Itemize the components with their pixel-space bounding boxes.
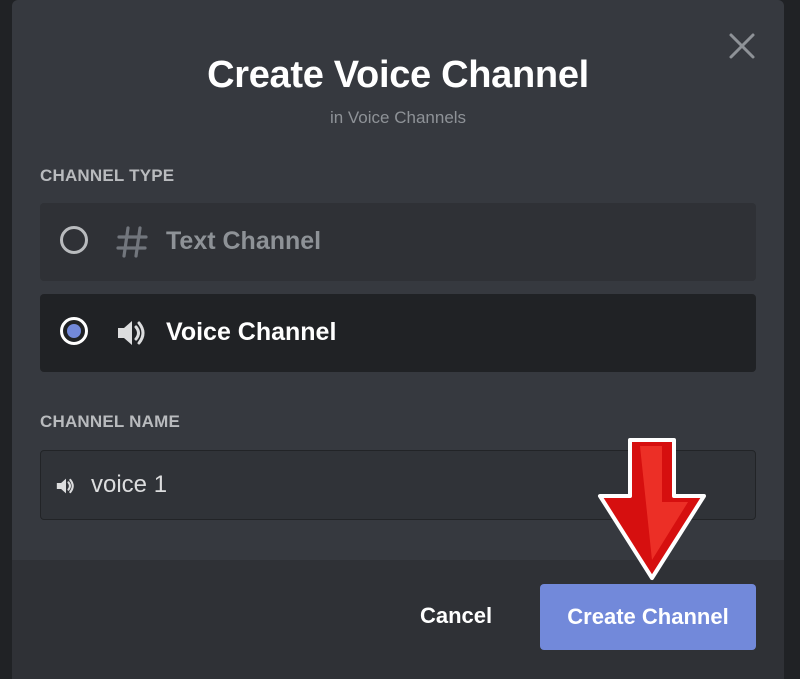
- channel-type-label: CHANNEL TYPE: [40, 166, 175, 185]
- text-channel-radio[interactable]: [60, 226, 88, 254]
- dialog-footer: Cancel Create Channel: [12, 560, 784, 679]
- channel-name-value[interactable]: voice 1: [91, 471, 167, 499]
- channel-name-label: CHANNEL NAME: [40, 412, 180, 431]
- channel-type-option-voice[interactable]: Voice Channel: [40, 294, 756, 372]
- dialog-title: Create Voice Channel: [207, 54, 589, 96]
- hash-icon: [116, 226, 148, 258]
- dialog-subtitle: in Voice Channels: [329, 108, 467, 127]
- channel-name-input[interactable]: voice 1: [40, 450, 756, 520]
- create-channel-button[interactable]: Create Channel: [540, 584, 756, 650]
- cancel-button[interactable]: Cancel: [420, 603, 492, 629]
- speaker-icon: [56, 478, 74, 494]
- voice-channel-radio[interactable]: [60, 317, 88, 345]
- speaker-icon: [118, 321, 145, 345]
- channel-type-option-text[interactable]: Text Channel: [40, 203, 756, 281]
- create-channel-dialog: Create Voice Channel in Voice Channels C…: [12, 0, 784, 679]
- screen: Create Voice Channel in Voice Channels C…: [0, 0, 800, 679]
- text-channel-label: Text Channel: [166, 227, 322, 255]
- voice-channel-label: Voice Channel: [166, 318, 337, 346]
